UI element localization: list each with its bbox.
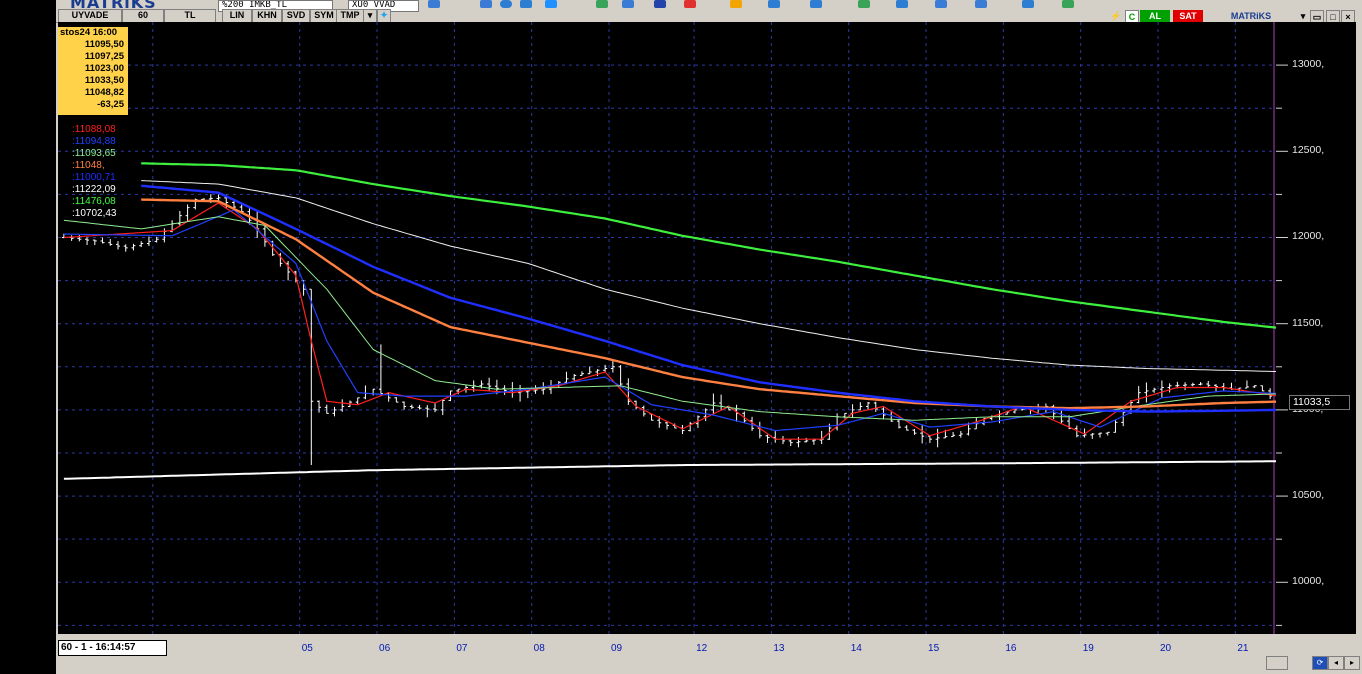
y-tick-label: 11500, <box>1292 316 1324 329</box>
export-icon[interactable] <box>1062 0 1074 8</box>
ma-value-5: :11222,09 <box>72 184 116 195</box>
x-tick-label: 20 <box>1160 643 1172 654</box>
button-lin[interactable]: LIN <box>222 9 252 23</box>
twitter-icon[interactable]: ✦ <box>377 9 391 23</box>
calendar-icon[interactable] <box>545 0 557 8</box>
x-axis-bar <box>58 634 1356 674</box>
alert-icon[interactable] <box>684 0 696 8</box>
scroll-right-icon[interactable]: ▸ <box>1344 656 1360 670</box>
scroll-thumb[interactable] <box>1266 656 1288 670</box>
buy-button[interactable]: AL <box>1140 10 1170 22</box>
x-tick-label: 08 <box>533 643 545 654</box>
settings-icon[interactable] <box>810 0 822 8</box>
matriks-brand: MATRiKS <box>1230 11 1272 21</box>
refresh-icon[interactable] <box>768 0 780 8</box>
ma-value-2: :11093,65 <box>72 148 116 159</box>
y-tick-label: 12000, <box>1292 230 1325 243</box>
layout-icon[interactable] <box>520 0 532 8</box>
print-icon[interactable] <box>858 0 870 8</box>
button-uyvade[interactable]: UYVADE <box>58 9 122 23</box>
ma-value-6: :11476,08 <box>72 196 116 207</box>
x-tick-label: 06 <box>379 643 391 654</box>
y-tick-label: 10500, <box>1292 489 1325 502</box>
x-tick-label: 05 <box>301 643 313 654</box>
ohlc-high: 11097,25 <box>84 51 124 62</box>
ma-value-4: :11000,71 <box>72 172 116 183</box>
x-tick-label: 14 <box>850 643 862 654</box>
ohlc-date: stos24 16:00 <box>60 27 118 38</box>
button-tmp[interactable]: TMP <box>336 9 364 23</box>
button-svd[interactable]: SVD <box>282 9 310 23</box>
current-price-label: 11033,5 <box>1289 395 1350 410</box>
dropdown-arrow-icon[interactable]: ▾ <box>363 9 377 23</box>
minimize-icon[interactable]: ▾ <box>1298 10 1308 22</box>
auto-scroll-icon[interactable]: ⟳ <box>1312 656 1328 670</box>
button-period-60[interactable]: 60 <box>122 9 164 23</box>
x-tick-label: 13 <box>773 643 785 654</box>
right-frame <box>1356 22 1362 634</box>
y-tick-label: 10000, <box>1292 575 1325 588</box>
ma-value-7: :10702,43 <box>72 208 117 219</box>
ohlc-change: -63,25 <box>97 99 124 110</box>
sell-button[interactable]: SAT <box>1173 10 1203 22</box>
chart-plot-area[interactable] <box>58 22 1279 634</box>
button-sym[interactable]: SYM <box>310 9 338 23</box>
chat-icon[interactable] <box>975 0 987 8</box>
lightning-icon[interactable]: ⚡ <box>1110 10 1122 22</box>
scroll-left-icon[interactable]: ◂ <box>1328 656 1344 670</box>
x-tick-label: 19 <box>1082 643 1094 654</box>
timestamp-label: 60 - 1 - 16:14:57 <box>58 640 167 656</box>
button-currency-tl[interactable]: TL <box>164 9 216 23</box>
help-icon[interactable] <box>1022 0 1034 8</box>
x-tick-label: 07 <box>456 643 468 654</box>
y-tick-label: 12500, <box>1292 144 1325 157</box>
grid-icon[interactable] <box>622 0 634 8</box>
ma-value-0: :11088,08 <box>72 124 116 135</box>
x-tick-label: 09 <box>611 643 623 654</box>
ma-line-2 <box>63 216 1278 421</box>
ohlc-info-box: stos24 16:00 11095,50 11097,25 11023,00 … <box>58 27 128 115</box>
ohlc-close: 11033,50 <box>84 75 124 86</box>
x-tick-label: 16 <box>1005 643 1017 654</box>
window-icon[interactable] <box>896 0 908 8</box>
x-tick-label: 15 <box>928 643 940 654</box>
ohlc-low: 11023,00 <box>84 63 124 74</box>
table-icon[interactable] <box>596 0 608 8</box>
ma-line-0 <box>63 202 1278 440</box>
x-tick-label: 21 <box>1237 643 1249 654</box>
globe-icon[interactable] <box>500 0 512 8</box>
search-icon[interactable] <box>428 0 440 8</box>
x-tick-label: 12 <box>696 643 708 654</box>
ohlc-open: 11095,50 <box>84 39 124 50</box>
bold-b-icon[interactable] <box>654 0 666 8</box>
star-icon[interactable] <box>730 0 742 8</box>
link-icon[interactable] <box>935 0 947 8</box>
price-chart[interactable] <box>58 22 1279 634</box>
ma-value-1: :11094,88 <box>72 136 116 147</box>
ma-value-3: :11048, <box>72 160 105 171</box>
button-khn[interactable]: KHN <box>252 9 282 23</box>
ohlc-average: 11048,82 <box>84 87 124 98</box>
ma-line-1 <box>63 209 1278 432</box>
bar-chart-icon[interactable] <box>480 0 492 8</box>
ma-line-7 <box>63 460 1278 480</box>
y-tick-label: 13000, <box>1292 58 1325 71</box>
